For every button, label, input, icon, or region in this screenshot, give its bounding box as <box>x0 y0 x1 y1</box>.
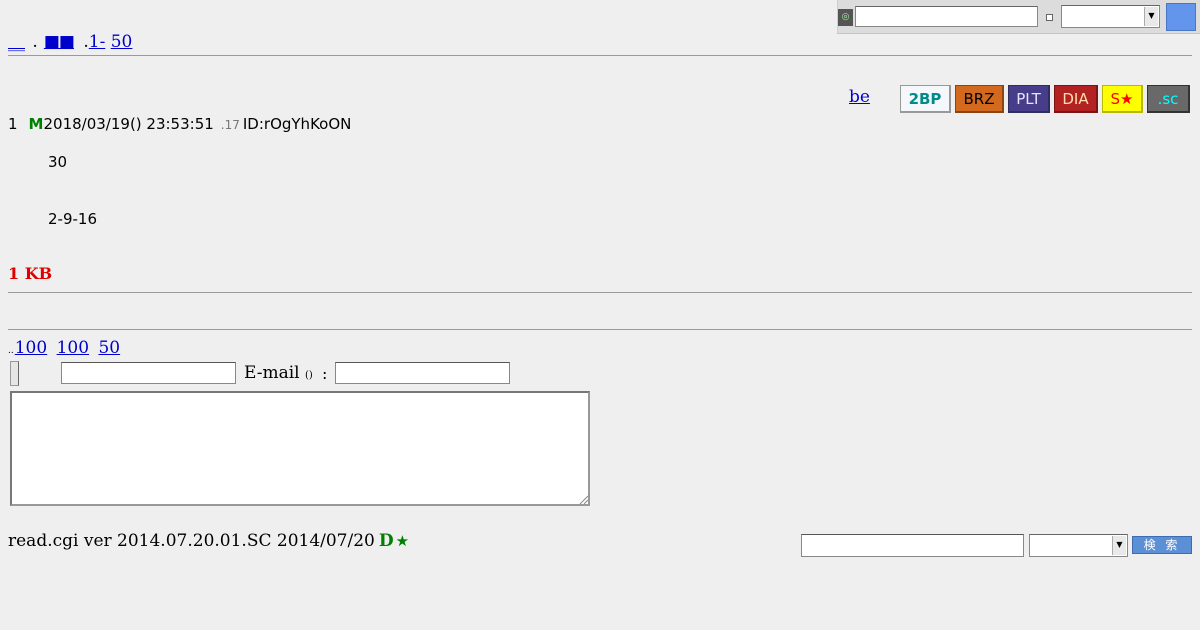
version-text: read.cgi ver 2014.07.20.01.SC 2014/07/20 <box>8 531 375 551</box>
footer-link-next[interactable]: 100 <box>15 338 47 358</box>
divider <box>8 292 1192 293</box>
badge-plt[interactable]: PLT <box>1008 85 1050 113</box>
chevron-down-icon: ▼ <box>1144 7 1158 26</box>
nav-link-blocks[interactable]: ■■ <box>44 32 75 52</box>
post-header: 1 M2018/03/19() 23:53:51 .17 ID:rOgYhKoON <box>8 115 351 133</box>
post-body-line: 30 <box>48 153 68 171</box>
badge-brz[interactable]: BRZ <box>955 85 1004 113</box>
submit-button[interactable] <box>10 361 19 386</box>
badge-2bp[interactable]: 2BP <box>900 85 951 113</box>
nav-link-first[interactable]: 1- <box>89 32 106 52</box>
bottom-search-select[interactable]: ▼ <box>1029 534 1128 557</box>
post-number[interactable]: 1 <box>8 115 18 133</box>
name-field[interactable] <box>61 362 236 384</box>
be-link[interactable]: be <box>849 87 870 107</box>
resize-grip-icon[interactable] <box>578 494 588 504</box>
bottom-search-input[interactable] <box>801 534 1024 557</box>
thread-nav: __ . ■■ .1- 50 <box>8 32 132 54</box>
divider <box>8 55 1192 56</box>
post-small-text: .17 <box>220 118 240 132</box>
version-d: D <box>378 531 394 551</box>
badge-dia[interactable]: DIA <box>1054 85 1098 113</box>
badge-sc[interactable]: .sc <box>1147 85 1190 113</box>
footer-nav-dots: .. <box>8 346 14 356</box>
nav-link-all[interactable]: __ <box>8 32 25 52</box>
divider <box>8 329 1192 330</box>
post-id: ID:rOgYhKoON <box>242 115 352 133</box>
top-search-select[interactable]: ▼ <box>1061 5 1160 28</box>
footer-nav: ..100 100 50 <box>8 338 124 358</box>
chevron-down-icon: ▼ <box>1112 536 1126 555</box>
star-icon: ★ <box>395 532 410 550</box>
message-textarea[interactable] <box>10 391 590 506</box>
footer-link-latest[interactable]: 50 <box>98 338 120 358</box>
email-label-note: () <box>305 370 313 381</box>
target-icon[interactable]: ◎ <box>838 9 853 26</box>
email-field[interactable] <box>335 362 510 384</box>
top-search-checkbox[interactable] <box>1046 14 1053 21</box>
email-label: E-mail () <box>244 363 313 383</box>
post-datetime: 2018/03/19() 23:53:51 <box>43 115 214 133</box>
nav-dot: . <box>32 32 38 52</box>
email-label-text: E-mail <box>244 363 300 383</box>
footer-link-prev[interactable]: 100 <box>57 338 89 358</box>
badge-star[interactable]: S★ <box>1102 85 1143 113</box>
post-body-line: 2-9-16 <box>48 210 97 228</box>
top-search-input[interactable] <box>855 6 1038 27</box>
email-colon: : <box>322 364 328 383</box>
post-author[interactable]: M <box>29 115 44 133</box>
version-footer: read.cgi ver 2014.07.20.01.SC 2014/07/20… <box>8 531 409 551</box>
thread-size: 1 KB <box>8 264 53 283</box>
search-button[interactable]: 検 索 <box>1132 536 1192 554</box>
nav-link-latest[interactable]: 50 <box>111 32 133 52</box>
top-search-button[interactable] <box>1166 3 1196 31</box>
